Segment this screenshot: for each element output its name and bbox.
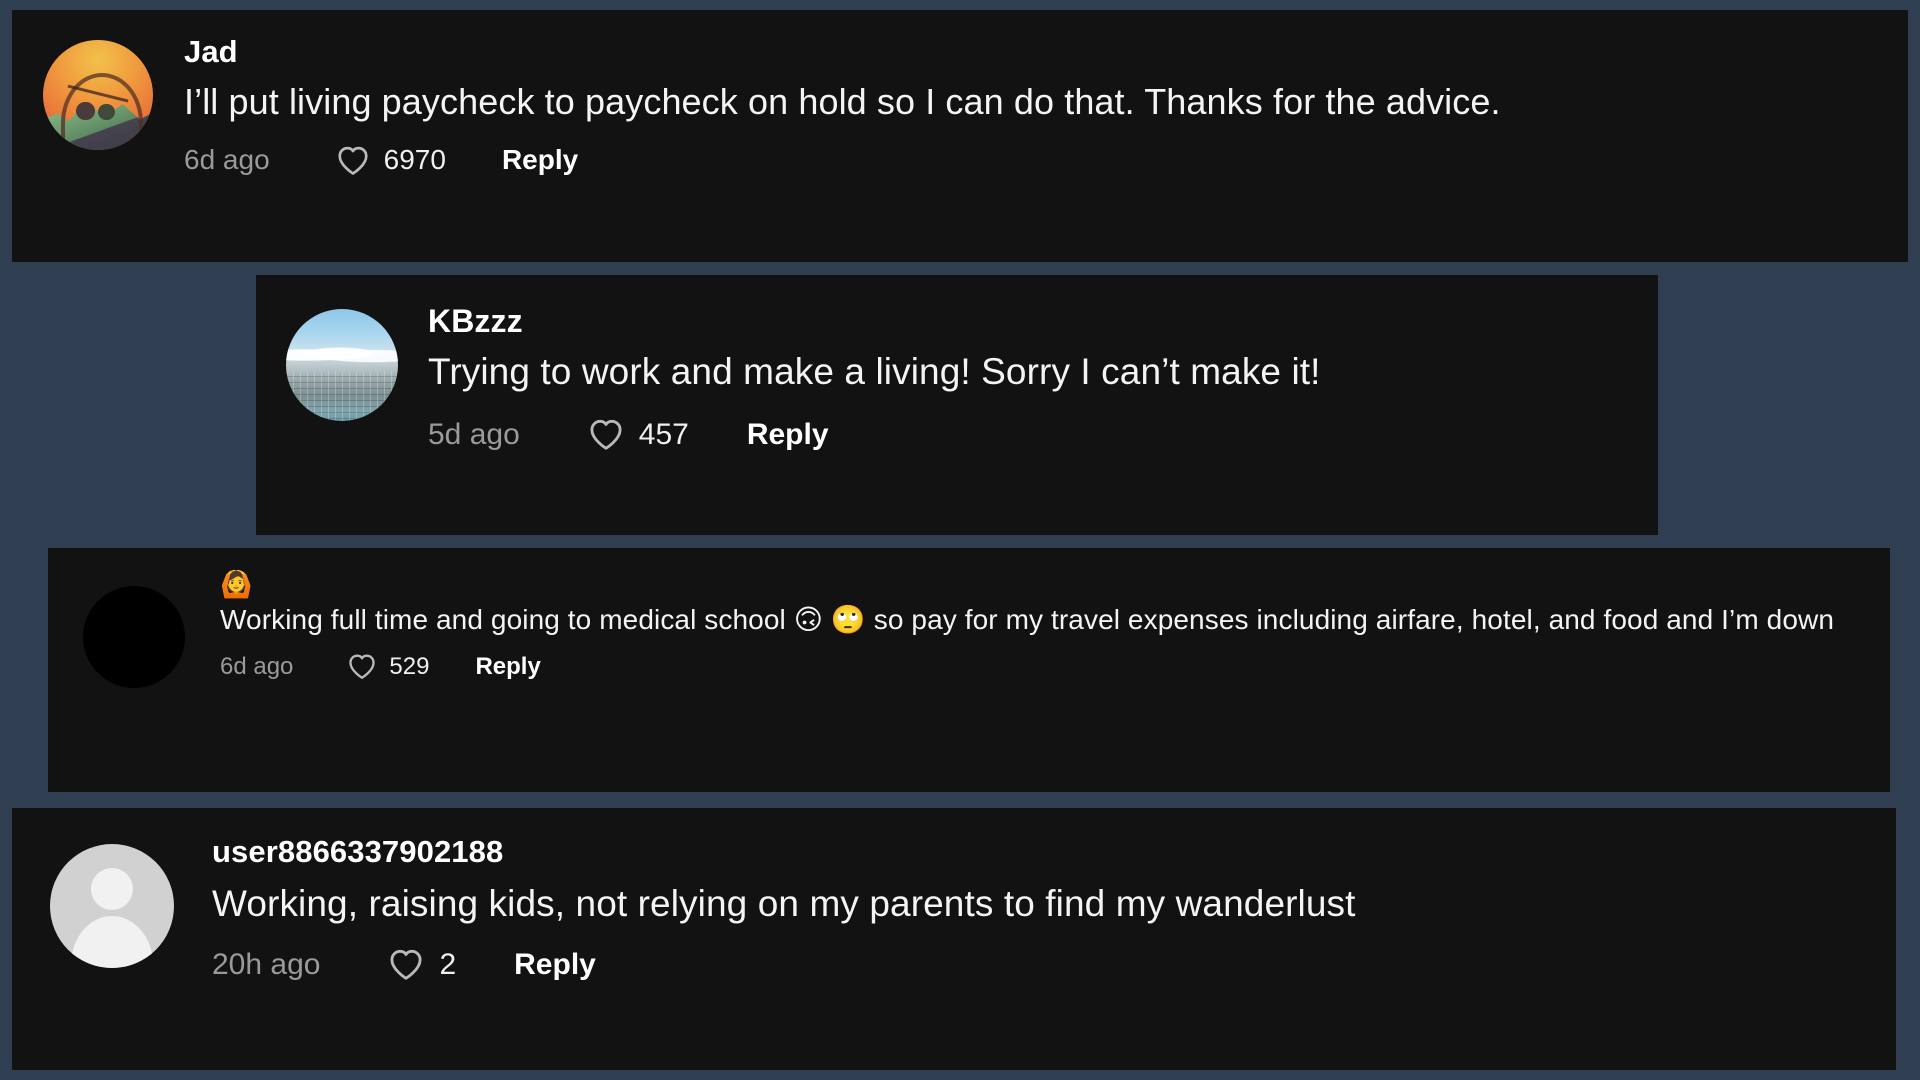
avatar-container — [12, 36, 184, 150]
like-button[interactable]: 6970 — [336, 144, 446, 176]
comment-timestamp: 20h ago — [212, 947, 321, 981]
like-count: 2 — [439, 947, 457, 981]
comment-meta: 6d ago 529 Reply — [220, 653, 1866, 681]
comment-username[interactable]: 🙆 — [220, 572, 1866, 598]
avatar-container — [256, 305, 428, 421]
heart-icon[interactable] — [388, 948, 424, 981]
reply-button[interactable]: Reply — [514, 948, 596, 982]
comment-timestamp: 6d ago — [220, 652, 294, 680]
comment-body: Jad I’ll put living paycheck to paycheck… — [184, 36, 1908, 176]
heart-icon[interactable] — [347, 653, 377, 680]
comment-meta: 20h ago 2 Reply — [212, 948, 1872, 982]
comment-text: Working, raising kids, not relying on my… — [212, 883, 1356, 924]
avatar-photo-cityscape — [286, 370, 398, 421]
heart-icon[interactable] — [588, 418, 624, 451]
comment-timestamp: 5d ago — [428, 417, 520, 451]
comment-item[interactable]: user8866337902188 Working, raising kids,… — [12, 808, 1896, 1070]
comment-item[interactable]: Jad I’ll put living paycheck to paycheck… — [12, 10, 1908, 262]
like-button[interactable]: 2 — [388, 948, 456, 982]
like-count: 6970 — [383, 144, 446, 176]
comments-screen: Jad I’ll put living paycheck to paycheck… — [0, 0, 1920, 1080]
rolling-eyes-emoji: 🙄 — [830, 603, 866, 636]
like-count: 457 — [638, 417, 689, 451]
comment-username[interactable]: Jad — [184, 36, 1884, 67]
like-button[interactable]: 457 — [588, 418, 689, 452]
comment-username[interactable]: user8866337902188 — [212, 836, 1872, 867]
comment-meta: 5d ago 457 Reply — [428, 418, 1634, 452]
comment-text: Trying to work and make a living! Sorry … — [428, 351, 1321, 392]
comment-text: Working full time and going to medical s… — [220, 602, 1866, 639]
reply-button[interactable]: Reply — [475, 653, 540, 681]
comment-text: I’ll put living paycheck to paycheck on … — [184, 81, 1501, 122]
avatar[interactable] — [50, 844, 174, 968]
comment-body: user8866337902188 Working, raising kids,… — [212, 836, 1896, 982]
avatar[interactable] — [83, 586, 185, 688]
avatar-photo-clouds — [286, 345, 398, 364]
comment-body: 🙆 Working full time and going to medical… — [220, 572, 1890, 681]
upside-down-face-emoji: 🙃 — [793, 603, 824, 636]
comment-item[interactable]: KBzzz Trying to work and make a living! … — [256, 275, 1658, 535]
avatar-container — [12, 836, 212, 968]
comment-timestamp: 6d ago — [184, 144, 270, 176]
heart-icon[interactable] — [336, 145, 370, 176]
reply-button[interactable]: Reply — [502, 144, 578, 176]
like-count: 529 — [389, 652, 430, 680]
default-avatar-head — [90, 867, 134, 910]
reply-button[interactable]: Reply — [747, 418, 829, 452]
comment-text-segment: so pay for my travel expenses including … — [865, 604, 1834, 635]
avatar[interactable] — [43, 40, 153, 150]
avatar-container — [48, 572, 220, 688]
comment-item[interactable]: 🙆 Working full time and going to medical… — [48, 548, 1890, 792]
avatar-art-blob-left — [76, 101, 95, 121]
comment-body: KBzzz Trying to work and make a living! … — [428, 305, 1658, 452]
comment-username[interactable]: KBzzz — [428, 305, 1634, 337]
comment-meta: 6d ago 6970 Reply — [184, 144, 1884, 176]
emoji-spacer — [823, 604, 831, 635]
comment-text-segment: Working full time and going to medical s… — [220, 604, 794, 635]
avatar[interactable] — [286, 309, 398, 421]
like-button[interactable]: 529 — [347, 653, 429, 681]
avatar-art-blob-right — [98, 103, 115, 121]
default-avatar-body — [71, 915, 153, 968]
